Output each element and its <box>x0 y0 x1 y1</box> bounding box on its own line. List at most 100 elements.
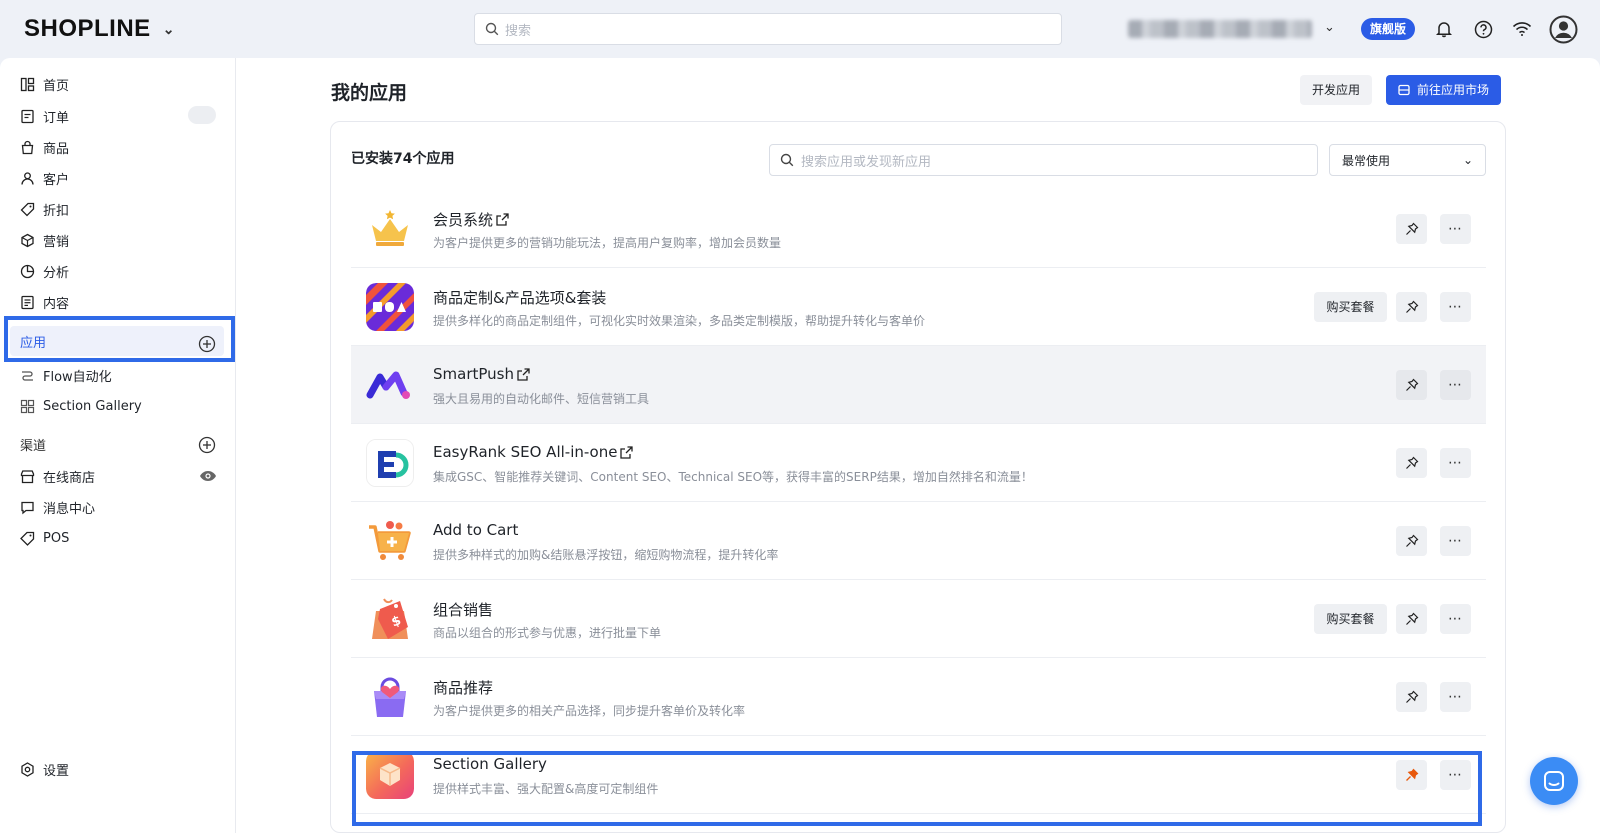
sidebar-section-channels: 渠道 <box>20 433 46 455</box>
more-options-button[interactable]: ⋯ <box>1440 526 1471 556</box>
shopline-logo[interactable]: SHOPLINE ⌄ <box>24 15 175 43</box>
app-description: 提供多样化的商品定制组件，可视化实时效果渲染，多品类定制模版，帮助提升转化与客单… <box>433 314 926 328</box>
sidebar-item-label: 消息中心 <box>43 501 96 517</box>
apps-highlight-box <box>4 316 235 362</box>
app-name[interactable]: Add to Cart <box>433 521 518 539</box>
gift-bag-icon <box>366 673 414 721</box>
chevron-down-icon[interactable]: ⌄ <box>1324 20 1335 35</box>
store-name-blurred[interactable] <box>1128 20 1312 38</box>
external-link-icon[interactable] <box>495 212 510 227</box>
pin-icon <box>1405 690 1418 703</box>
top-bar: SHOPLINE ⌄ 搜索 ⌄ 旗舰版 <box>0 0 1600 58</box>
pin-button[interactable] <box>1396 370 1427 400</box>
sidebar-item-products[interactable]: 商品 <box>20 136 69 158</box>
pin-button[interactable] <box>1396 682 1427 712</box>
app-row-membership[interactable]: 会员系统 为客户提供更多的营销功能玩法，提高用户复购率，增加会员数量 ⋯ <box>351 190 1486 268</box>
more-options-button[interactable]: ⋯ <box>1440 760 1471 790</box>
app-row-bundle-sales[interactable]: $ 组合销售 商品以组合的形式参与优惠，进行批量下单 购买套餐 ⋯ <box>351 580 1486 658</box>
external-link-icon[interactable] <box>516 367 531 382</box>
sidebar-item-online-store[interactable]: 在线商店 <box>20 465 95 487</box>
more-options-button[interactable]: ⋯ <box>1440 214 1471 244</box>
logo-text: SHOPLINE <box>24 15 151 42</box>
global-search-input[interactable]: 搜索 <box>474 13 1062 45</box>
more-options-button[interactable]: ⋯ <box>1440 292 1471 322</box>
sidebar-item-settings[interactable]: 设置 <box>20 758 69 780</box>
more-options-button[interactable]: ⋯ <box>1440 448 1471 478</box>
pin-icon <box>1405 456 1418 469</box>
buy-plan-button[interactable]: 购买套餐 <box>1314 292 1387 322</box>
app-name[interactable]: 会员系统 <box>433 209 510 230</box>
external-link-icon[interactable] <box>619 445 634 460</box>
app-description: 集成GSC、智能推荐关键词、Content SEO、Technical SEO等… <box>433 470 1033 484</box>
pin-button[interactable] <box>1396 448 1427 478</box>
sidebar-item-content[interactable]: 内容 <box>20 291 69 313</box>
grid-icon <box>20 399 35 413</box>
search-icon <box>780 153 794 167</box>
more-options-button[interactable]: ⋯ <box>1440 682 1471 712</box>
app-name[interactable]: SmartPush <box>433 365 531 383</box>
app-description: 为客户提供更多的营销功能玩法，提高用户复购率，增加会员数量 <box>433 236 782 250</box>
sidebar-item-label: 折扣 <box>43 203 70 219</box>
app-market-button[interactable]: 前往应用市场 <box>1386 75 1502 105</box>
develop-app-button[interactable]: 开发应用 <box>1300 75 1373 105</box>
chevron-down-icon[interactable]: ⌄ <box>163 21 175 38</box>
pos-tag-icon <box>20 531 35 546</box>
app-description: 提供多种样式的加购&结账悬浮按钮，缩短购物流程，提升转化率 <box>433 548 779 562</box>
wifi-icon[interactable] <box>1510 17 1534 41</box>
app-row-section-gallery[interactable]: Section Gallery 提供样式丰富、强大配置&高度可定制组件 ⋯ <box>351 736 1486 814</box>
apps-card: 已安装74个应用 搜索应用或发现新应用 最常使用 ⌄ 会员系统 为客户提供更多的… <box>330 121 1506 833</box>
app-name[interactable]: 商品推荐 <box>433 677 493 698</box>
bag-icon <box>21 140 34 154</box>
easyrank-icon <box>366 439 414 487</box>
sidebar-item-flow[interactable]: Flow自动化 <box>20 364 112 386</box>
pin-button[interactable] <box>1396 604 1427 634</box>
app-name[interactable]: 商品定制&产品选项&套装 <box>433 287 606 308</box>
app-name[interactable]: EasyRank SEO All-in-one <box>433 443 634 461</box>
sidebar-item-section-gallery[interactable]: Section Gallery <box>20 395 142 417</box>
app-row-product-recommendation[interactable]: 商品推荐 为客户提供更多的相关产品选择，同步提升客单价及转化率 ⋯ <box>351 658 1486 736</box>
sort-select[interactable]: 最常使用 ⌄ <box>1329 144 1486 176</box>
app-description: 商品以组合的形式参与优惠，进行批量下单 <box>433 626 662 640</box>
app-search-input[interactable]: 搜索应用或发现新应用 <box>769 144 1318 176</box>
sidebar-item-message-center[interactable]: 消息中心 <box>20 496 95 518</box>
help-icon[interactable] <box>1471 17 1495 41</box>
bell-icon[interactable] <box>1432 17 1456 41</box>
sidebar-item-discounts[interactable]: 折扣 <box>20 198 69 220</box>
sidebar-item-label: Flow自动化 <box>43 369 112 385</box>
pin-icon <box>1405 300 1418 313</box>
product-customization-icon <box>366 283 414 331</box>
buy-plan-button[interactable]: 购买套餐 <box>1314 604 1387 634</box>
sidebar-item-pos[interactable]: POS <box>20 527 69 549</box>
store-icon <box>20 469 35 483</box>
pin-button[interactable] <box>1396 214 1427 244</box>
store-icon <box>1398 84 1410 96</box>
installed-count: 已安装74个应用 <box>351 151 455 167</box>
sidebar-item-marketing[interactable]: 营销 <box>20 229 69 251</box>
more-options-button[interactable]: ⋯ <box>1440 604 1471 634</box>
pin-icon <box>1405 222 1418 235</box>
app-row-smartpush[interactable]: SmartPush 强大且易用的自动化邮件、短信营销工具 ⋯ <box>351 346 1486 424</box>
app-row-easyrank-seo[interactable]: EasyRank SEO All-in-one 集成GSC、智能推荐关键词、Co… <box>351 424 1486 502</box>
more-options-button[interactable]: ⋯ <box>1440 370 1471 400</box>
app-row-product-customization[interactable]: 商品定制&产品选项&套装 提供多样化的商品定制组件，可视化实时效果渲染，多品类定… <box>351 268 1486 346</box>
sidebar-item-orders[interactable]: 订单 <box>20 105 69 127</box>
pin-filled-icon <box>1405 768 1418 781</box>
user-avatar-icon[interactable] <box>1548 14 1578 44</box>
add-channel-icon[interactable] <box>198 436 216 454</box>
sidebar-item-label: 营销 <box>43 234 70 250</box>
flow-icon <box>22 370 33 381</box>
pin-button[interactable] <box>1396 526 1427 556</box>
eye-icon[interactable] <box>199 470 217 482</box>
smartpush-icon <box>366 361 414 409</box>
sidebar-item-home[interactable]: 首页 <box>20 73 69 95</box>
chat-support-button[interactable] <box>1530 757 1578 805</box>
sidebar-item-customers[interactable]: 客户 <box>20 167 69 189</box>
app-row-add-to-cart[interactable]: Add to Cart 提供多种样式的加购&结账悬浮按钮，缩短购物流程，提升转化… <box>351 502 1486 580</box>
sidebar-item-analytics[interactable]: 分析 <box>20 260 69 282</box>
sidebar-item-label: 订单 <box>43 110 70 126</box>
pin-button-active[interactable] <box>1396 760 1427 790</box>
app-name[interactable]: Section Gallery <box>433 755 547 773</box>
app-name[interactable]: 组合销售 <box>433 599 493 620</box>
sidebar-item-label: 首页 <box>43 78 70 94</box>
pin-button[interactable] <box>1396 292 1427 322</box>
